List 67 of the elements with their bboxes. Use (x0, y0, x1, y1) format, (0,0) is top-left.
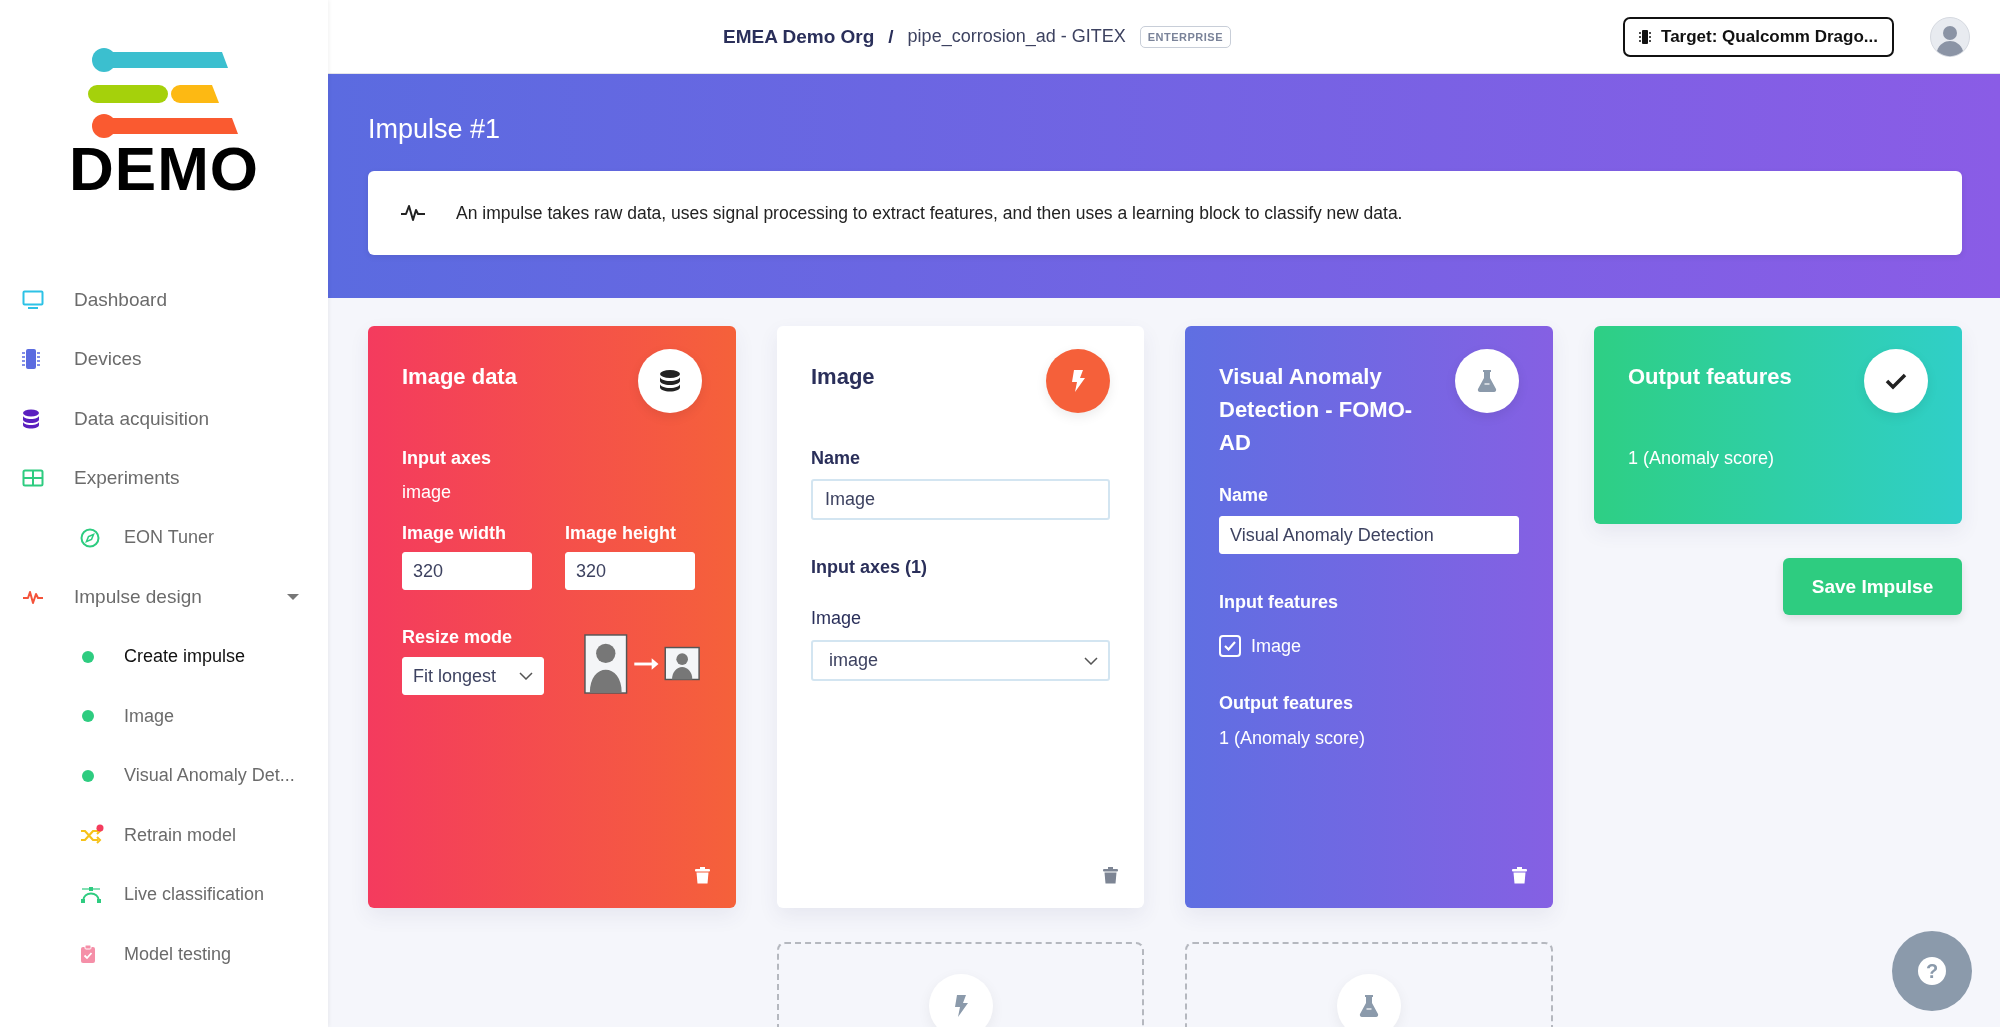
name-field[interactable]: Visual Anomaly Detection (1219, 516, 1519, 554)
help-button[interactable]: ? (1892, 931, 1972, 1011)
field-label: Image height (565, 523, 677, 544)
block-title: Visual Anomaly Detection - FOMO-AD (1219, 363, 1414, 457)
field-label: Name (1219, 485, 1270, 506)
nav-link[interactable]: Data acquisition (0, 389, 300, 449)
monitor-icon (22, 289, 44, 310)
trash-icon (1512, 867, 1527, 884)
dot-icon (82, 650, 94, 663)
field-label: Image width (402, 523, 507, 544)
dot-icon (82, 710, 94, 723)
block-title: Image data (402, 363, 517, 391)
clipboard-icon (80, 944, 96, 965)
nav-link[interactable]: Live classification (0, 865, 300, 925)
nav-link[interactable]: Dashboard (0, 270, 300, 330)
flask-icon (1337, 974, 1401, 1027)
nav-link[interactable]: Visual Anomaly Det... (0, 746, 300, 806)
trash-icon (695, 867, 710, 884)
nav-link[interactable]: Devices (0, 329, 300, 389)
nav-link[interactable]: Impulse design (0, 567, 300, 627)
block-title: Output features (1628, 363, 1792, 391)
logo-text: DEMO (69, 138, 259, 200)
nav-link[interactable]: Create impulse (0, 627, 300, 687)
chevron-icon (519, 672, 533, 680)
block-title: Image (811, 363, 875, 391)
database-icon (22, 408, 40, 429)
nav-link[interactable]: EON Tuner (0, 508, 300, 568)
nav-link[interactable]: Retrain model (0, 805, 300, 865)
bolt-icon (1046, 349, 1110, 413)
feature-value: 1 (Anomaly score) (1628, 448, 1776, 469)
name-field[interactable]: Image (811, 479, 1110, 520)
dropdown[interactable]: Fit longest (402, 657, 544, 695)
check-icon (1224, 641, 1236, 651)
chip-icon (22, 348, 40, 371)
field-label: Input axes (402, 448, 493, 469)
page-title: Impulse #1 (368, 114, 502, 145)
height-field[interactable]: 320 (565, 552, 695, 590)
breadcrumb-separator: / (888, 25, 894, 48)
project-name: pipe_corrosion_ad - GITEX (907, 26, 1126, 47)
plan-badge: ENTERPRISE (1139, 25, 1231, 48)
dropdown[interactable]: image (811, 640, 1110, 681)
nav-link[interactable]: Experiments (0, 448, 300, 508)
bezier-icon (80, 884, 102, 905)
chip-icon (1639, 28, 1652, 45)
field-label: Input axes (1) (811, 557, 929, 578)
info-text: An impulse takes raw data, uses signal processing to extract features, and then uses a learning block to classify new data. (456, 202, 1403, 224)
avatar-icon (1930, 16, 1970, 57)
width-field[interactable]: 320 (402, 552, 532, 590)
field-label: Input features (1219, 592, 1339, 613)
field-label: Name (811, 448, 862, 469)
pulse-icon (22, 589, 44, 606)
trash-icon (1103, 867, 1118, 884)
axes-value: image (402, 482, 453, 503)
pulse-icon (400, 204, 426, 222)
compass-icon (80, 527, 100, 548)
nav-link[interactable]: Image (0, 686, 300, 746)
org-name: EMEA Demo Org (723, 25, 875, 48)
feature-checkbox[interactable]: Image (1219, 635, 1519, 657)
table-icon (22, 469, 44, 488)
field-label: Output features (1219, 693, 1354, 714)
field-label: Resize mode (402, 627, 514, 648)
field-label: Image (811, 608, 863, 629)
nav-link[interactable]: Model testing (0, 924, 300, 984)
target-button[interactable]: Target: Qualcomm Drago... (1623, 16, 1894, 57)
chevron-icon (1084, 656, 1098, 665)
dot-icon (82, 769, 94, 782)
feature-value: 1 (Anomaly score) (1219, 728, 1367, 749)
